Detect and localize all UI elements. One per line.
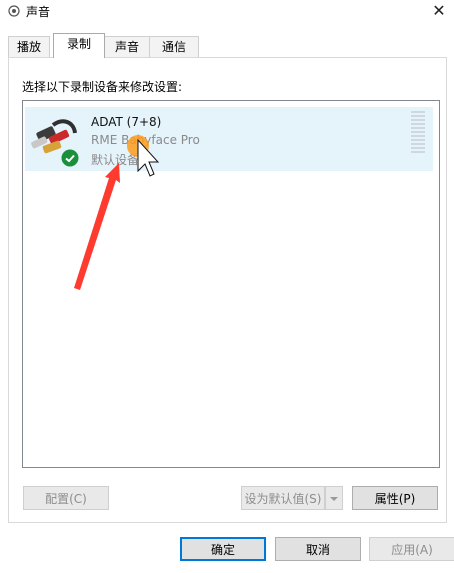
instruction-text: 选择以下录制设备来修改设置: (22, 80, 183, 94)
device-name: ADAT (7+8) (91, 115, 162, 129)
speaker-icon (8, 5, 20, 17)
tab-recording[interactable]: 录制 (53, 33, 105, 58)
default-device-check-icon (61, 149, 79, 167)
device-status: 默认设备 (91, 153, 140, 167)
chevron-down-icon (330, 497, 338, 501)
device-list[interactable]: ADAT (7+8) RME Babyface Pro 默认设备 (22, 100, 440, 468)
device-description: RME Babyface Pro (91, 133, 200, 147)
tab-sounds[interactable]: 声音 (103, 36, 151, 57)
set-default-button[interactable]: 设为默认值(S) (241, 486, 325, 510)
title-bar: 声音 ✕ (0, 0, 454, 22)
apply-button[interactable]: 应用(A) (369, 537, 454, 561)
tab-playback[interactable]: 播放 (8, 36, 50, 57)
cancel-button[interactable]: 取消 (275, 537, 361, 561)
window-title: 声音 (26, 5, 51, 19)
close-button[interactable]: ✕ (430, 2, 448, 20)
configure-button[interactable]: 配置(C) (23, 486, 109, 510)
device-item-adat[interactable]: ADAT (7+8) RME Babyface Pro 默认设备 (25, 107, 433, 171)
properties-button[interactable]: 属性(P) (352, 486, 438, 510)
level-meter (411, 111, 425, 155)
set-default-dropdown[interactable] (325, 486, 343, 510)
tab-communications[interactable]: 通信 (149, 36, 199, 57)
ok-button[interactable]: 确定 (180, 537, 266, 561)
